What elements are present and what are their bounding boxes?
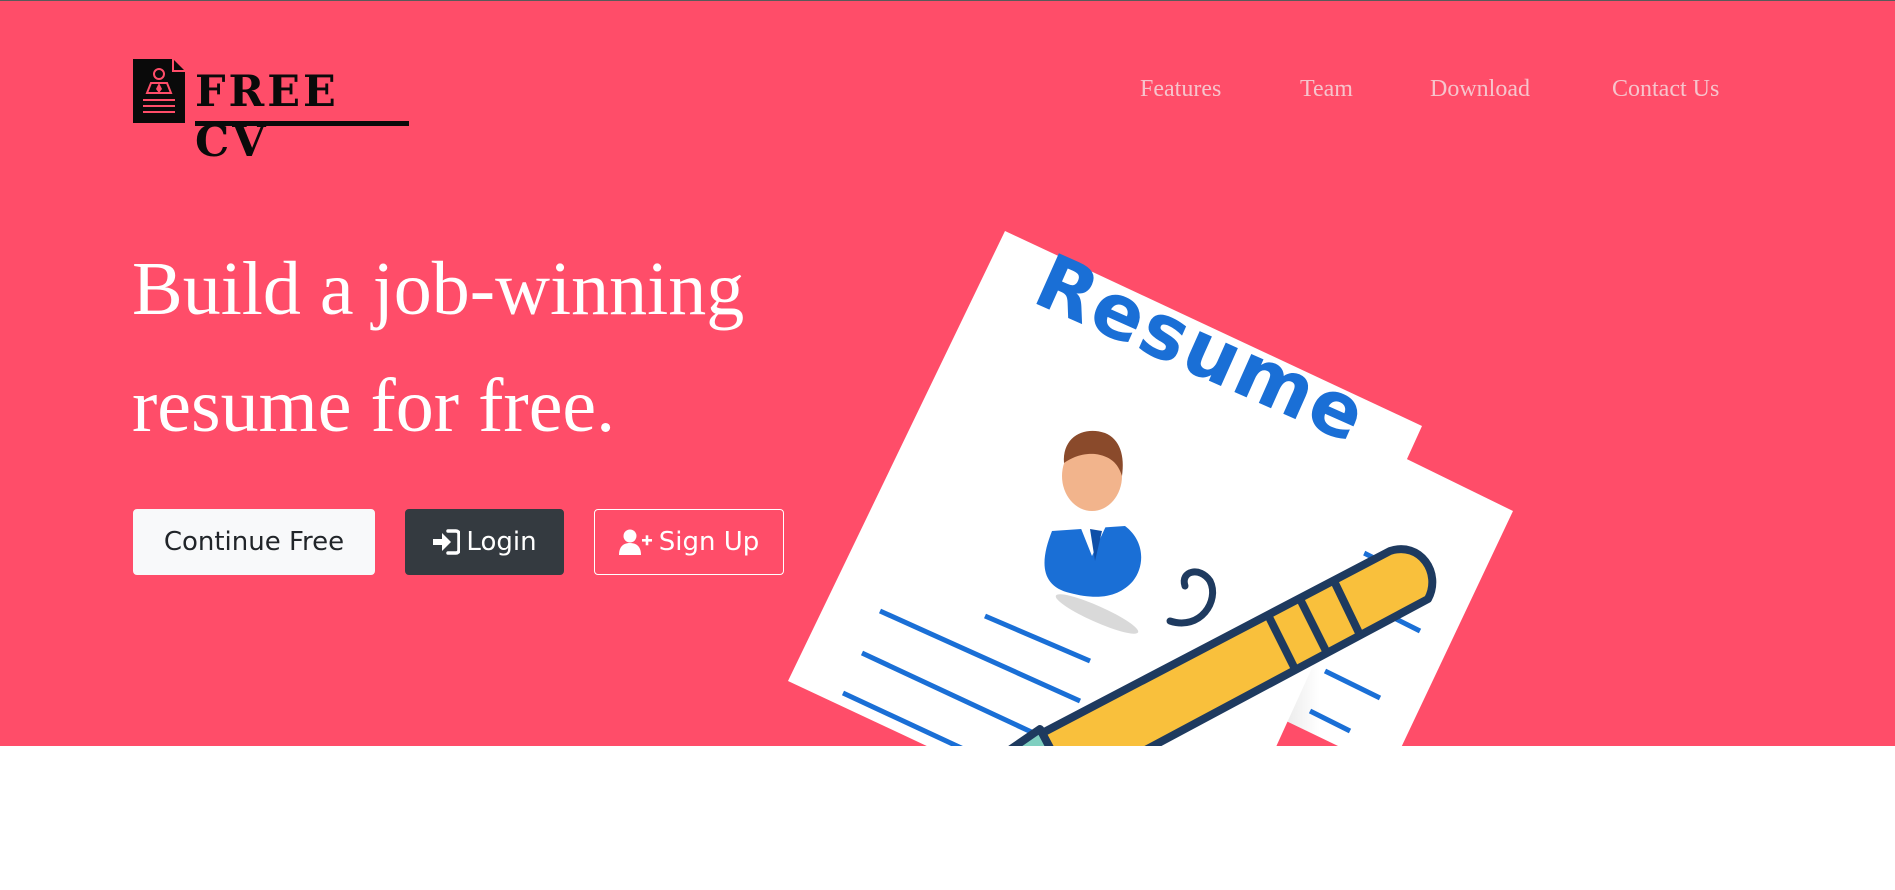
sign-in-icon: [433, 529, 461, 555]
nav-link-team[interactable]: Team: [1300, 76, 1353, 103]
continue-free-button[interactable]: Continue Free: [133, 509, 375, 575]
brand-name: FREE CV: [195, 67, 339, 167]
nav-link-contact-us[interactable]: Contact Us: [1612, 76, 1719, 103]
login-button[interactable]: Login: [405, 509, 564, 575]
nav-link-download[interactable]: Download: [1430, 76, 1530, 103]
nav-link-features[interactable]: Features: [1140, 76, 1221, 103]
brand-logo-link[interactable]: FREE CV: [133, 59, 413, 167]
resume-illustration: Resume: [788, 231, 1513, 746]
login-label: Login: [466, 527, 537, 557]
hero-section: FREE CV Features Team Download Contact U…: [0, 1, 1895, 746]
brand-underline: [195, 121, 409, 126]
user-plus-icon: [618, 529, 652, 555]
hero-headline-line1: Build a job-winning: [132, 247, 745, 331]
resume-document-icon: [133, 59, 185, 123]
continue-free-label: Continue Free: [163, 527, 345, 557]
main-nav: Features Team Download Contact Us: [1100, 76, 1800, 116]
hero-headline-line2: resume for free.: [132, 364, 616, 448]
